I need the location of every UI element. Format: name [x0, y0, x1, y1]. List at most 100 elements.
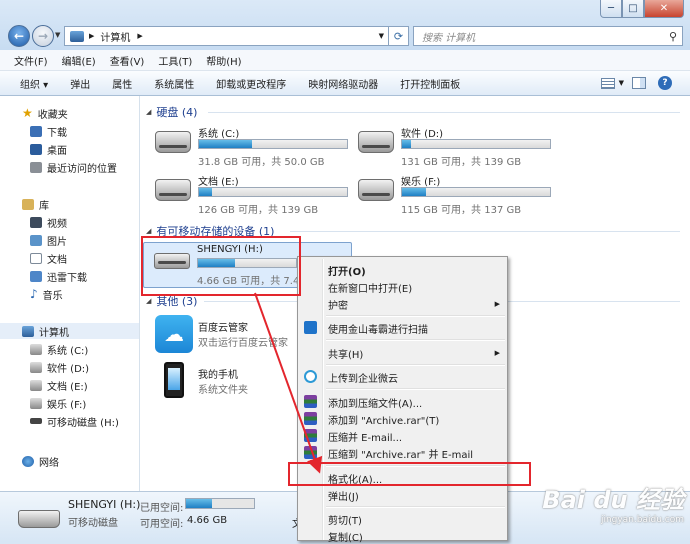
- nav-drive-h[interactable]: 可移动磁盘 (H:): [30, 413, 119, 429]
- nav-desktop[interactable]: 桌面: [30, 141, 67, 157]
- group-divider: [208, 112, 680, 113]
- drive-c[interactable]: 系统 (C:) 31.8 GB 可用，共 50.0 GB: [155, 125, 355, 168]
- menu-separator: [326, 339, 505, 341]
- menu-item-upload-weiyun[interactable]: 上传到企业微云: [328, 369, 398, 385]
- winrar-icon: [304, 395, 317, 408]
- nav-xunlei-downloads[interactable]: 迅雷下载: [30, 268, 87, 284]
- drive-d[interactable]: 软件 (D:) 131 GB 可用，共 139 GB: [358, 125, 558, 168]
- collapse-icon[interactable]: ◢: [146, 108, 151, 116]
- address-dropdown-icon[interactable]: ▼: [379, 32, 384, 40]
- drive-usage-bar: [198, 187, 348, 197]
- baidu-cloud-icon: ☁: [155, 315, 193, 353]
- menu-item-cut[interactable]: 剪切(T): [328, 511, 362, 527]
- submenu-arrow-icon: ▶: [494, 300, 500, 308]
- cloud-icon: [304, 370, 317, 383]
- nav-pictures[interactable]: 图片: [30, 232, 67, 248]
- search-placeholder: 搜索 计算机: [422, 32, 476, 44]
- menu-help[interactable]: 帮助(H): [199, 53, 248, 68]
- preview-pane-icon[interactable]: [632, 77, 646, 89]
- desktop-icon: [30, 143, 42, 155]
- details-used-label: 已用空间:: [140, 503, 184, 514]
- address-separator-icon[interactable]: ▶: [137, 32, 142, 40]
- close-button[interactable]: ✕: [644, 0, 684, 18]
- hard-drive-icon: [155, 179, 191, 201]
- menu-item-add-to-archive-rar[interactable]: 添加到 "Archive.rar"(T): [328, 411, 439, 427]
- help-icon[interactable]: ?: [658, 76, 672, 90]
- nav-recent-places[interactable]: 最近访问的位置: [30, 159, 117, 175]
- menu-separator: [326, 506, 505, 508]
- menu-bar: 文件(F) 编辑(E) 查看(V) 工具(T) 帮助(H): [0, 50, 690, 71]
- address-separator-icon[interactable]: ▶: [89, 32, 94, 40]
- back-button[interactable]: ←: [8, 25, 30, 47]
- address-bar[interactable]: ▶ 计算机 ▶ ▼: [64, 26, 389, 46]
- uninstall-program-button[interactable]: 卸载或更改程序: [205, 76, 297, 91]
- menu-item-compress-email[interactable]: 压缩并 E-mail...: [328, 428, 402, 444]
- details-usage-bar: [185, 498, 255, 509]
- nav-videos[interactable]: 视频: [30, 214, 67, 230]
- address-crumb-computer[interactable]: 计算机: [100, 29, 130, 44]
- menu-item-add-to-archive[interactable]: 添加到压缩文件(A)...: [328, 394, 422, 410]
- drive-usage-fill: [402, 140, 411, 148]
- menu-item-copy[interactable]: 复制(C): [328, 528, 363, 544]
- menu-edit[interactable]: 编辑(E): [55, 53, 103, 68]
- nav-favorites[interactable]: ★ 收藏夹: [22, 105, 68, 121]
- view-options-icon[interactable]: [600, 77, 615, 89]
- nav-network[interactable]: 网络: [22, 453, 59, 469]
- usb-drive-icon: [30, 418, 42, 424]
- network-icon: [22, 455, 34, 467]
- menu-item-open[interactable]: 打开(O): [328, 262, 366, 278]
- submenu-arrow-icon: ▶: [494, 349, 500, 357]
- nav-documents[interactable]: 文档: [30, 250, 67, 266]
- download-folder-icon: [30, 125, 42, 137]
- search-icon[interactable]: ⚲: [669, 30, 677, 43]
- nav-drive-d[interactable]: 软件 (D:): [30, 359, 89, 375]
- view-dropdown-icon[interactable]: ▼: [619, 79, 624, 87]
- history-dropdown-icon[interactable]: ▼: [55, 31, 60, 39]
- hard-drive-icon: [30, 379, 42, 391]
- drive-usage-fill: [402, 188, 426, 196]
- organize-button[interactable]: 组织 ▾: [0, 76, 59, 91]
- menu-tools[interactable]: 工具(T): [151, 53, 199, 68]
- context-menu: 打开(O) 在新窗口中打开(E) 护密 ▶ 使用金山毒霸进行扫描 共享(H) ▶ 上…: [297, 256, 508, 544]
- system-properties-button[interactable]: 系统属性: [143, 76, 205, 91]
- eject-button[interactable]: 弹出: [59, 76, 101, 91]
- shield-icon: [304, 321, 317, 334]
- nav-drive-e[interactable]: 文档 (E:): [30, 377, 88, 393]
- nav-libraries[interactable]: 库: [22, 196, 49, 212]
- nav-music[interactable]: ♪ 音乐: [30, 286, 63, 302]
- open-control-panel-button[interactable]: 打开控制面板: [389, 76, 471, 91]
- star-icon: ★: [22, 105, 33, 120]
- menu-item-eject[interactable]: 弹出(J): [328, 487, 359, 503]
- map-network-drive-button[interactable]: 映射网络驱动器: [297, 76, 389, 91]
- group-divider: [290, 231, 680, 232]
- menu-item-protect[interactable]: 护密 ▶: [328, 296, 500, 312]
- minimize-button[interactable]: ─: [600, 0, 622, 18]
- usb-drive-large-icon: [18, 510, 60, 528]
- nav-computer[interactable]: 计算机: [0, 323, 139, 339]
- menu-item-open-new-window[interactable]: 在新窗口中打开(E): [328, 279, 412, 295]
- collapse-icon[interactable]: ◢: [146, 297, 151, 305]
- menu-item-compress-rar-email[interactable]: 压缩到 "Archive.rar" 并 E-mail: [328, 445, 473, 461]
- menu-file[interactable]: 文件(F): [0, 53, 55, 68]
- collapse-icon[interactable]: ◢: [146, 227, 151, 235]
- highlight-box-usb-drive: [141, 236, 301, 296]
- system-drive-icon: [155, 131, 191, 153]
- nav-downloads[interactable]: 下载: [30, 123, 67, 139]
- search-input[interactable]: 搜索 计算机 ⚲: [413, 26, 683, 46]
- nav-drive-f[interactable]: 娱乐 (F:): [30, 395, 86, 411]
- maximize-button[interactable]: □: [622, 0, 644, 18]
- forward-button[interactable]: →: [32, 25, 54, 47]
- nav-drive-c[interactable]: 系统 (C:): [30, 341, 88, 357]
- refresh-button[interactable]: ⟳: [389, 26, 409, 46]
- menu-item-kingsoft-scan[interactable]: 使用金山毒霸进行扫描: [328, 320, 428, 336]
- menu-item-share[interactable]: 共享(H) ▶: [328, 345, 500, 361]
- drive-usage-fill: [199, 140, 253, 148]
- hard-drive-icon: [30, 361, 42, 373]
- drive-e[interactable]: 文档 (E:) 126 GB 可用，共 139 GB: [155, 173, 355, 216]
- phone-icon: [164, 362, 184, 398]
- properties-button[interactable]: 属性: [101, 76, 143, 91]
- group-header-hdd[interactable]: ◢ 硬盘 (4): [146, 104, 197, 120]
- menu-view[interactable]: 查看(V): [103, 53, 152, 68]
- winrar-icon: [304, 446, 317, 459]
- drive-f[interactable]: 娱乐 (F:) 115 GB 可用，共 137 GB: [358, 173, 558, 216]
